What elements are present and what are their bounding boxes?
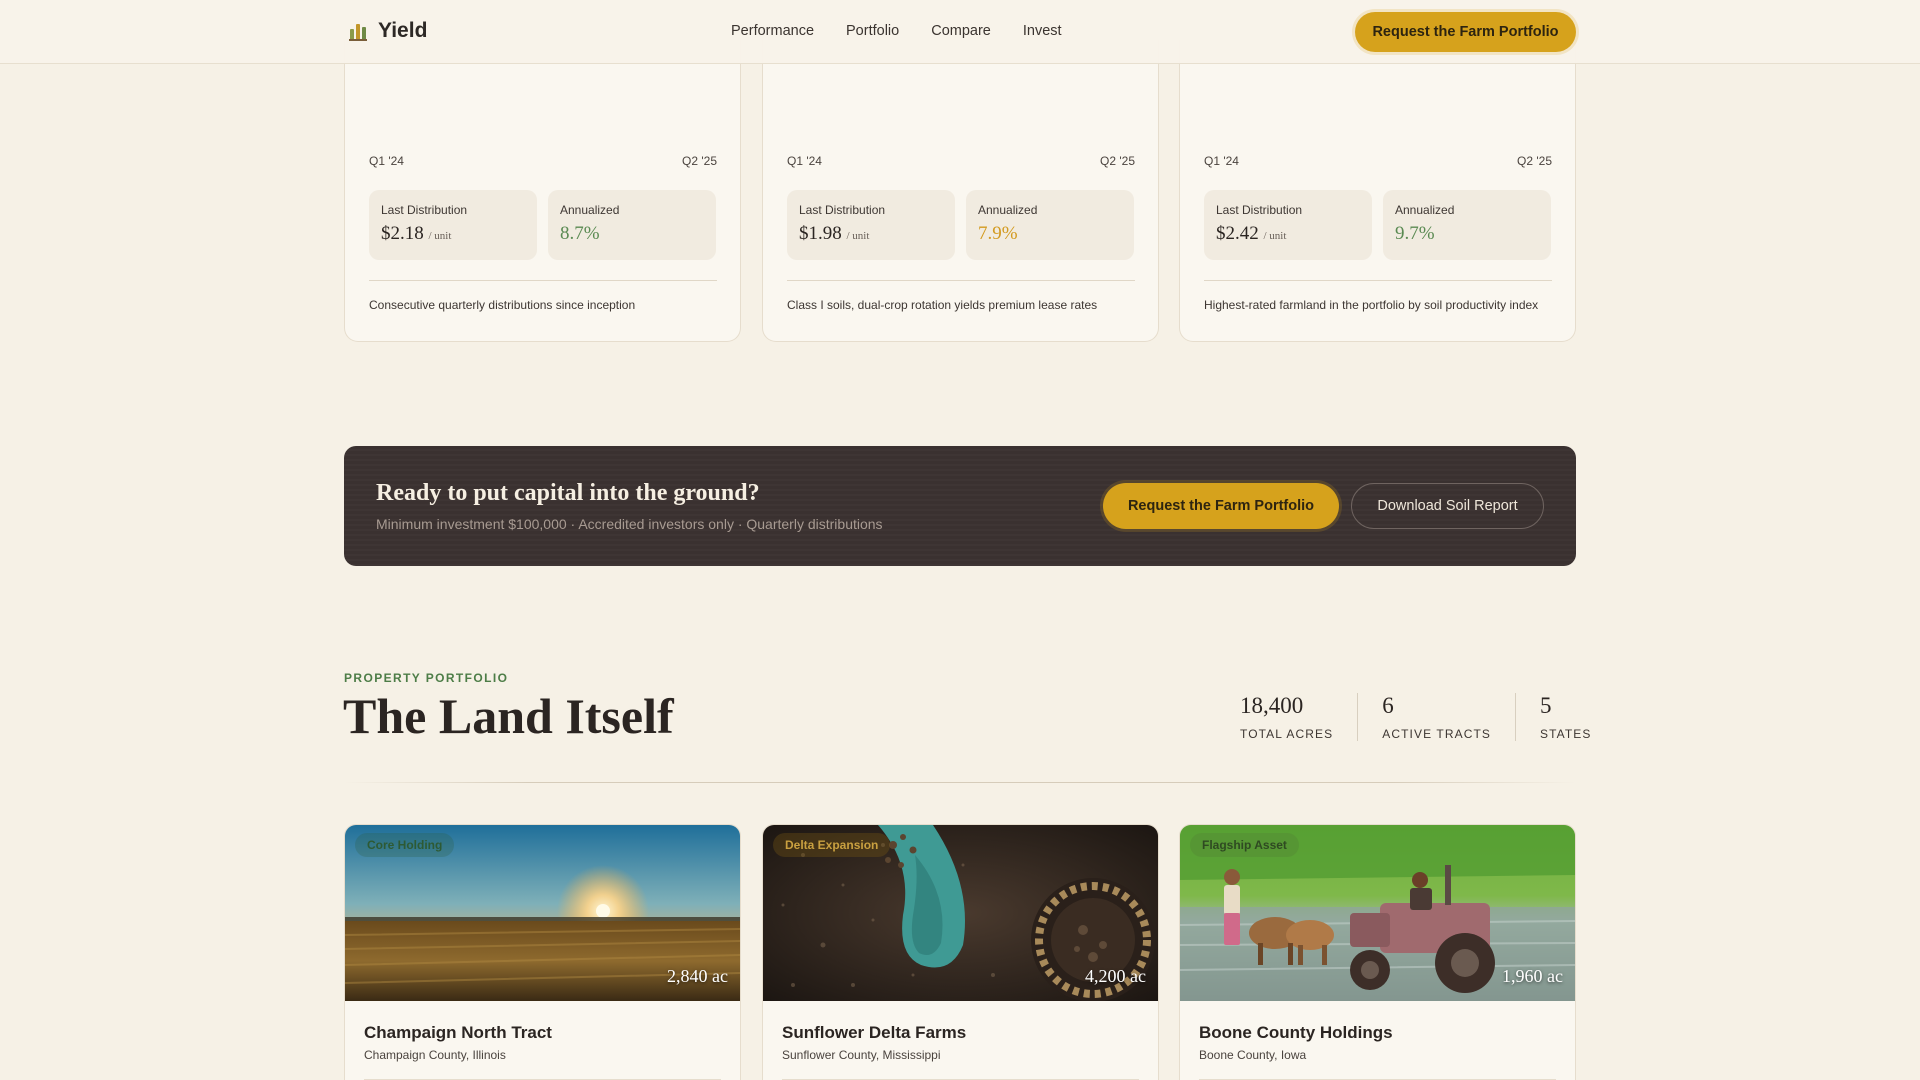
top-navigation: Yield Performance Portfolio Compare Inve… [0,0,1920,64]
period-start-label: Q1 '24 [787,154,822,168]
download-soil-report-button[interactable]: Download Soil Report [1351,483,1544,529]
cta-title: Ready to put capital into the ground? [376,480,760,506]
property-location: Sunflower County, Mississippi [782,1048,941,1062]
unit-label: / unit [428,230,452,242]
property-acres: 4,200 ac [1085,966,1146,986]
stat-label: ACTIVE TRACTS [1382,727,1492,741]
annualized-label: Annualized [978,203,1038,217]
property-name: Boone County Holdings [1199,1023,1393,1042]
section-eyebrow: PROPERTY PORTFOLIO [344,671,509,685]
divider [1204,280,1552,281]
stat-label: STATES [1540,727,1592,741]
stat-label: TOTAL ACRES [1240,727,1334,741]
nav-link-portfolio[interactable]: Portfolio [846,23,899,39]
divider [369,280,717,281]
cta-subtitle: Minimum investment $100,000 · Accredited… [376,516,883,532]
brand-name: Yield [378,19,428,42]
annualized-value: 8.7% [560,223,600,244]
property-photo: Core Holding 2,840 ac [345,825,740,1001]
last-distribution-label: Last Distribution [799,203,886,217]
property-card[interactable]: Core Holding 2,840 ac Champaign North Tr… [344,824,741,1080]
period-start-label: Q1 '24 [369,154,404,168]
request-portfolio-button[interactable]: Request the Farm Portfolio [1355,12,1576,52]
performance-note: Highest-rated farmland in the portfolio … [1204,298,1539,312]
property-tag: Flagship Asset [1190,833,1299,857]
period-start-label: Q1 '24 [1204,154,1239,168]
section-title: The Land Itself [343,688,674,744]
annualized-box: Annualized 8.7% [548,190,716,260]
stat-value: 18,400 [1240,693,1304,718]
property-acres: 1,960 ac [1502,966,1563,986]
unit-label: / unit [1263,230,1287,242]
performance-note: Consecutive quarterly distributions sinc… [369,298,636,312]
annualized-label: Annualized [1395,203,1455,217]
property-location: Boone County, Iowa [1199,1048,1307,1062]
last-distribution-value: $2.18 / unit [381,223,452,244]
nav-links: Performance Portfolio Compare Invest [731,23,1062,39]
divider [787,280,1135,281]
nav-link-invest[interactable]: Invest [1023,23,1062,39]
performance-note: Class I soils, dual-crop rotation yields… [787,298,1098,312]
property-name: Champaign North Tract [364,1023,552,1042]
annualized-value: 7.9% [978,223,1018,244]
last-distribution-label: Last Distribution [381,203,468,217]
performance-card: Q1 '24 Q2 '25 Last Distribution $2.18 / … [344,40,741,342]
period-end-label: Q2 '25 [682,154,717,168]
section-divider [344,782,1576,783]
annualized-box: Annualized 9.7% [1383,190,1551,260]
property-card[interactable]: Flagship Asset 1,960 ac Boone County Hol… [1179,824,1576,1080]
brand[interactable]: Yield [348,19,427,43]
last-distribution-value: $2.42 / unit [1216,223,1287,244]
nav-link-performance[interactable]: Performance [731,23,814,39]
performance-card: Q1 '24 Q2 '25 Last Distribution $1.98 / … [762,40,1159,342]
stat-total-acres: 18,400 TOTAL ACRES [1240,693,1357,741]
last-distribution-box: Last Distribution $2.18 / unit [369,190,537,260]
request-portfolio-button[interactable]: Request the Farm Portfolio [1103,483,1339,529]
property-location: Champaign County, Illinois [364,1048,506,1062]
wheat-logo-icon [349,24,367,41]
stat-states: 5 STATES [1515,693,1592,741]
annualized-label: Annualized [560,203,620,217]
portfolio-stats: 18,400 TOTAL ACRES 6 ACTIVE TRACTS 5 STA… [1240,693,1592,741]
last-distribution-value: $1.98 / unit [799,223,870,244]
stat-value: 5 [1540,693,1552,718]
annualized-box: Annualized 7.9% [966,190,1134,260]
cta-banner: Ready to put capital into the ground? Mi… [344,446,1576,566]
period-end-label: Q2 '25 [1517,154,1552,168]
period-end-label: Q2 '25 [1100,154,1135,168]
last-distribution-box: Last Distribution $2.42 / unit [1204,190,1372,260]
stat-active-tracts: 6 ACTIVE TRACTS [1357,693,1515,741]
property-photo: Flagship Asset 1,960 ac [1180,825,1575,1001]
annualized-value: 9.7% [1395,223,1435,244]
stat-value: 6 [1382,693,1394,718]
unit-label: / unit [846,230,870,242]
last-distribution-box: Last Distribution $1.98 / unit [787,190,955,260]
property-tag: Delta Expansion [773,833,891,857]
last-distribution-label: Last Distribution [1216,203,1303,217]
property-acres: 2,840 ac [667,966,728,986]
property-photo: Delta Expansion 4,200 ac [763,825,1158,1001]
performance-card: Q1 '24 Q2 '25 Last Distribution $2.42 / … [1179,40,1576,342]
property-card[interactable]: Delta Expansion 4,200 ac Sunflower Delta… [762,824,1159,1080]
property-name: Sunflower Delta Farms [782,1023,967,1042]
nav-link-compare[interactable]: Compare [931,23,991,39]
property-tag: Core Holding [355,833,455,857]
